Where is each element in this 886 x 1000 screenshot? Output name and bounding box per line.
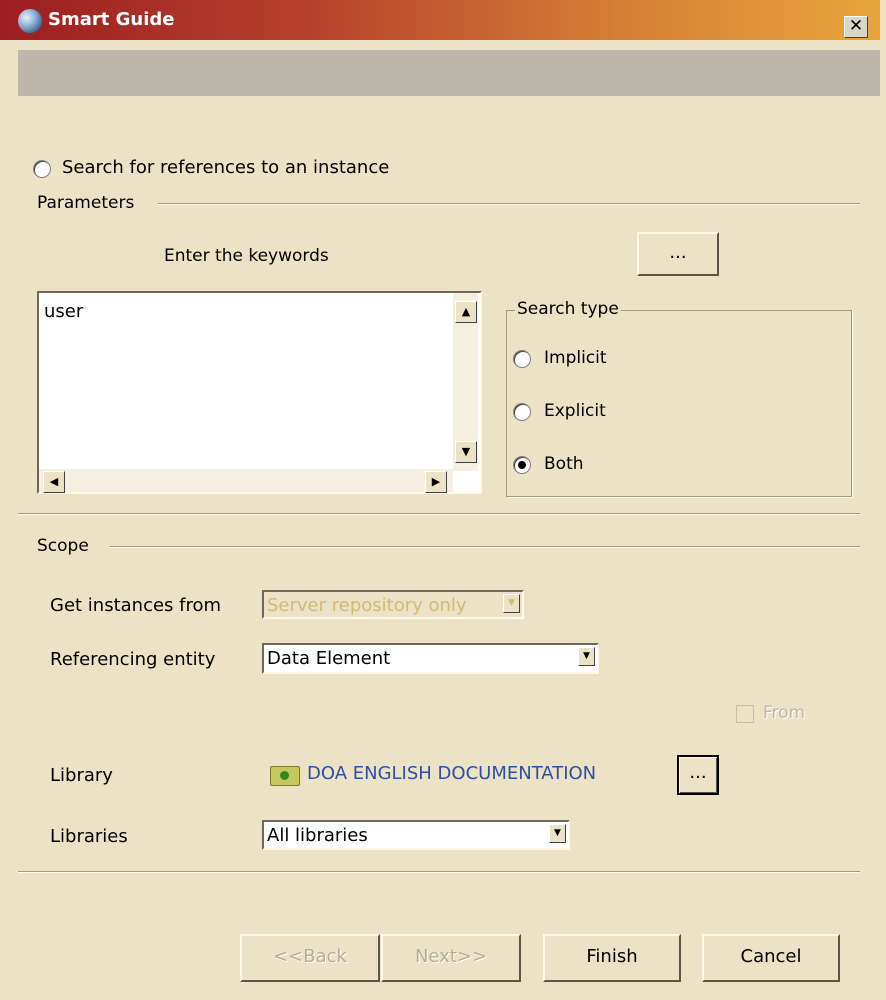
libraries-select[interactable]: All libraries ▼ — [262, 820, 570, 850]
search-references-radio[interactable] — [33, 160, 51, 178]
next-button[interactable]: Next>> — [381, 934, 521, 982]
both-label: Both — [544, 454, 584, 474]
header-banner — [18, 50, 880, 96]
referencing-entity-label: Referencing entity — [50, 649, 216, 670]
keywords-textarea[interactable]: user ▲ ▼ ◀ ▶ — [37, 291, 482, 494]
close-button[interactable]: ✕ — [844, 16, 868, 38]
parameters-section-title: Parameters — [37, 193, 135, 213]
finish-button[interactable]: Finish — [543, 934, 681, 982]
explicit-label: Explicit — [544, 401, 606, 421]
library-label: Library — [50, 765, 113, 786]
section-divider — [18, 513, 860, 515]
search-type-title: Search type — [515, 299, 621, 319]
implicit-label: Implicit — [544, 348, 607, 368]
scope-section-title: Scope — [37, 536, 89, 556]
from-label: From — [763, 703, 806, 723]
get-instances-label: Get instances from — [50, 595, 222, 616]
title-bar: Smart Guide ✕ — [0, 0, 880, 40]
get-instances-select[interactable]: Server repository only ▼ — [262, 590, 524, 619]
keywords-label: Enter the keywords — [164, 246, 329, 266]
referencing-entity-select[interactable]: Data Element ▼ — [262, 643, 599, 674]
libraries-chevron-down-icon[interactable]: ▼ — [549, 824, 566, 843]
scroll-left-arrow-icon[interactable]: ◀ — [43, 471, 65, 493]
referencing-entity-chevron-down-icon[interactable]: ▼ — [578, 647, 595, 666]
cancel-button[interactable]: Cancel — [702, 934, 840, 982]
library-folder-icon — [270, 766, 300, 786]
footer-divider — [18, 871, 860, 873]
scroll-up-arrow-icon[interactable]: ▲ — [455, 301, 477, 323]
get-instances-chevron-down-icon[interactable]: ▼ — [503, 594, 520, 613]
parameters-divider — [158, 203, 860, 205]
both-radio[interactable] — [513, 456, 531, 474]
window-title: Smart Guide — [48, 9, 175, 30]
libraries-label: Libraries — [50, 826, 128, 847]
keywords-text: user — [44, 301, 84, 322]
app-globe-icon — [18, 9, 42, 33]
library-browse-button[interactable]: ... — [677, 755, 719, 795]
get-instances-value: Server repository only — [267, 595, 467, 616]
horizontal-scrollbar-track[interactable] — [39, 469, 453, 492]
library-link[interactable]: DOA ENGLISH DOCUMENTATION — [307, 763, 596, 784]
scroll-down-arrow-icon[interactable]: ▼ — [455, 441, 477, 463]
explicit-radio[interactable] — [513, 403, 531, 421]
scroll-right-arrow-icon[interactable]: ▶ — [425, 471, 447, 493]
scope-divider — [110, 546, 860, 548]
referencing-entity-value: Data Element — [267, 648, 391, 669]
search-references-label: Search for references to an instance — [62, 157, 390, 178]
back-button[interactable]: <<Back — [240, 934, 380, 982]
from-checkbox[interactable] — [736, 705, 754, 723]
keywords-browse-button[interactable]: ... — [637, 232, 719, 276]
libraries-value: All libraries — [267, 825, 368, 846]
implicit-radio[interactable] — [513, 350, 531, 368]
smart-guide-dialog: Smart Guide ✕ Search for references to a… — [0, 0, 886, 1000]
